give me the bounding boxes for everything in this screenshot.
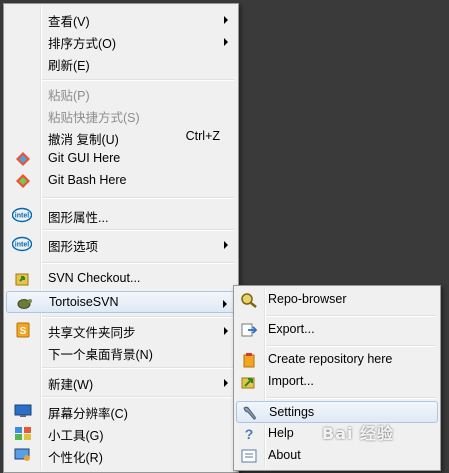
- menu-item-shortcut: Ctrl+Z: [185, 129, 220, 143]
- menu-item-label: 查看(V): [48, 15, 90, 29]
- menu-separator: [42, 262, 234, 264]
- menu-item-label: 小工具(G): [48, 429, 104, 443]
- submenu-arrow-icon: [224, 16, 228, 24]
- menu-item-git-bash[interactable]: Git Bash Here: [6, 170, 236, 192]
- menu-item-label: 粘贴快捷方式(S): [48, 111, 140, 125]
- menu-separator: [42, 197, 234, 199]
- menu-separator: [42, 229, 234, 231]
- menu-item-repo-browser[interactable]: Repo-browser: [236, 289, 438, 311]
- menu-separator: [266, 315, 436, 317]
- git-bash-icon: [16, 174, 30, 188]
- menu-item-personalize[interactable]: 个性化(R): [6, 444, 236, 466]
- menu-item-undo-copy[interactable]: 撤消 复制(U) Ctrl+Z: [6, 126, 236, 148]
- menu-separator: [42, 396, 234, 398]
- menu-item-graphics-properties[interactable]: intel 图形属性...: [6, 204, 236, 226]
- menu-item-paste[interactable]: 粘贴(P): [6, 82, 236, 104]
- menu-item-label: Repo-browser: [268, 292, 347, 306]
- menu-item-label: 图形属性...: [48, 211, 109, 225]
- svg-text:?: ?: [245, 426, 254, 442]
- repo-browser-icon: [241, 293, 257, 308]
- menu-item-import[interactable]: Import...: [236, 371, 438, 393]
- submenu-arrow-icon: [223, 300, 227, 308]
- menu-item-label: SVN Checkout...: [48, 271, 141, 285]
- menu-item-about[interactable]: About: [236, 445, 438, 467]
- menu-separator: [266, 345, 436, 347]
- menu-separator: [42, 367, 234, 369]
- export-icon: [241, 323, 258, 337]
- svg-text:intel: intel: [15, 213, 29, 220]
- menu-item-label: 排序方式(O): [48, 37, 117, 51]
- menu-item-refresh[interactable]: 刷新(E): [6, 52, 236, 74]
- help-icon: ?: [245, 426, 254, 442]
- personalize-icon: [14, 448, 30, 461]
- menu-item-git-gui[interactable]: Git GUI Here: [6, 148, 236, 170]
- menu-item-paste-shortcut[interactable]: 粘贴快捷方式(S): [6, 104, 236, 126]
- svg-text:S: S: [20, 326, 27, 337]
- menu-item-shared-folder-sync[interactable]: S 共享文件夹同步: [6, 319, 236, 341]
- menu-item-export[interactable]: Export...: [236, 319, 438, 341]
- monitor-icon: [14, 404, 32, 417]
- menu-item-sort-by[interactable]: 排序方式(O): [6, 30, 236, 52]
- watermark-logo: Bai 经验: [322, 424, 395, 443]
- menu-separator: [42, 79, 234, 81]
- menu-item-label: 撤消 复制(U): [48, 133, 119, 147]
- menu-item-label: 共享文件夹同步: [48, 326, 136, 340]
- menu-item-label: Git Bash Here: [48, 173, 127, 187]
- menu-item-view[interactable]: 查看(V): [6, 8, 236, 30]
- settings-icon: [243, 406, 256, 420]
- intel-graphics-icon: intel: [12, 236, 32, 252]
- menu-item-tortoisesvn[interactable]: TortoiseSVN: [6, 291, 236, 313]
- create-repo-icon: [243, 353, 255, 368]
- menu-item-label: Export...: [268, 322, 315, 336]
- menu-item-label: TortoiseSVN: [49, 295, 119, 309]
- menu-item-label: 刷新(E): [48, 59, 90, 73]
- menu-item-label: 新建(W): [48, 378, 94, 392]
- desktop-context-menu: 查看(V) 排序方式(O) 刷新(E) 粘贴(P) 粘贴快捷方式(S) 撤消 复…: [3, 3, 239, 473]
- menu-item-graphics-options[interactable]: intel 图形选项: [6, 233, 236, 255]
- menu-item-label: Import...: [268, 374, 314, 388]
- menu-item-label: Settings: [269, 405, 315, 419]
- menu-item-label: About: [268, 448, 301, 462]
- menu-separator: [266, 397, 436, 399]
- submenu-arrow-icon: [224, 379, 228, 387]
- menu-separator: [42, 316, 234, 318]
- menu-item-gadgets[interactable]: 小工具(G): [6, 422, 236, 444]
- menu-item-label: 图形选项: [48, 240, 99, 254]
- svn-checkout-icon: [15, 273, 29, 286]
- svg-text:intel: intel: [15, 242, 29, 249]
- menu-item-label: 粘贴(P): [48, 89, 90, 103]
- git-gui-icon: [16, 152, 30, 166]
- menu-item-svn-checkout[interactable]: SVN Checkout...: [6, 268, 236, 290]
- menu-item-create-repository[interactable]: Create repository here: [236, 349, 438, 371]
- menu-item-label: 个性化(R): [48, 451, 103, 465]
- menu-item-label: Help: [268, 426, 294, 440]
- menu-item-label: 屏幕分辨率(C): [48, 407, 128, 421]
- submenu-arrow-icon: [224, 327, 228, 335]
- sync-icon: S: [16, 322, 30, 338]
- menu-item-label: 下一个桌面背景(N): [48, 348, 153, 362]
- menu-item-label: Git GUI Here: [48, 151, 121, 165]
- menu-item-new[interactable]: 新建(W): [6, 371, 236, 393]
- menu-item-label: Create repository here: [268, 352, 393, 366]
- tortoisesvn-icon: [17, 299, 32, 309]
- submenu-arrow-icon: [224, 38, 228, 46]
- about-icon: [241, 449, 257, 463]
- gadgets-icon: [15, 427, 31, 440]
- import-icon: [241, 377, 255, 389]
- menu-item-screen-resolution[interactable]: 屏幕分辨率(C): [6, 400, 236, 422]
- intel-graphics-icon: intel: [12, 207, 32, 223]
- menu-item-next-desktop-background[interactable]: 下一个桌面背景(N): [6, 341, 236, 363]
- submenu-arrow-icon: [224, 241, 228, 249]
